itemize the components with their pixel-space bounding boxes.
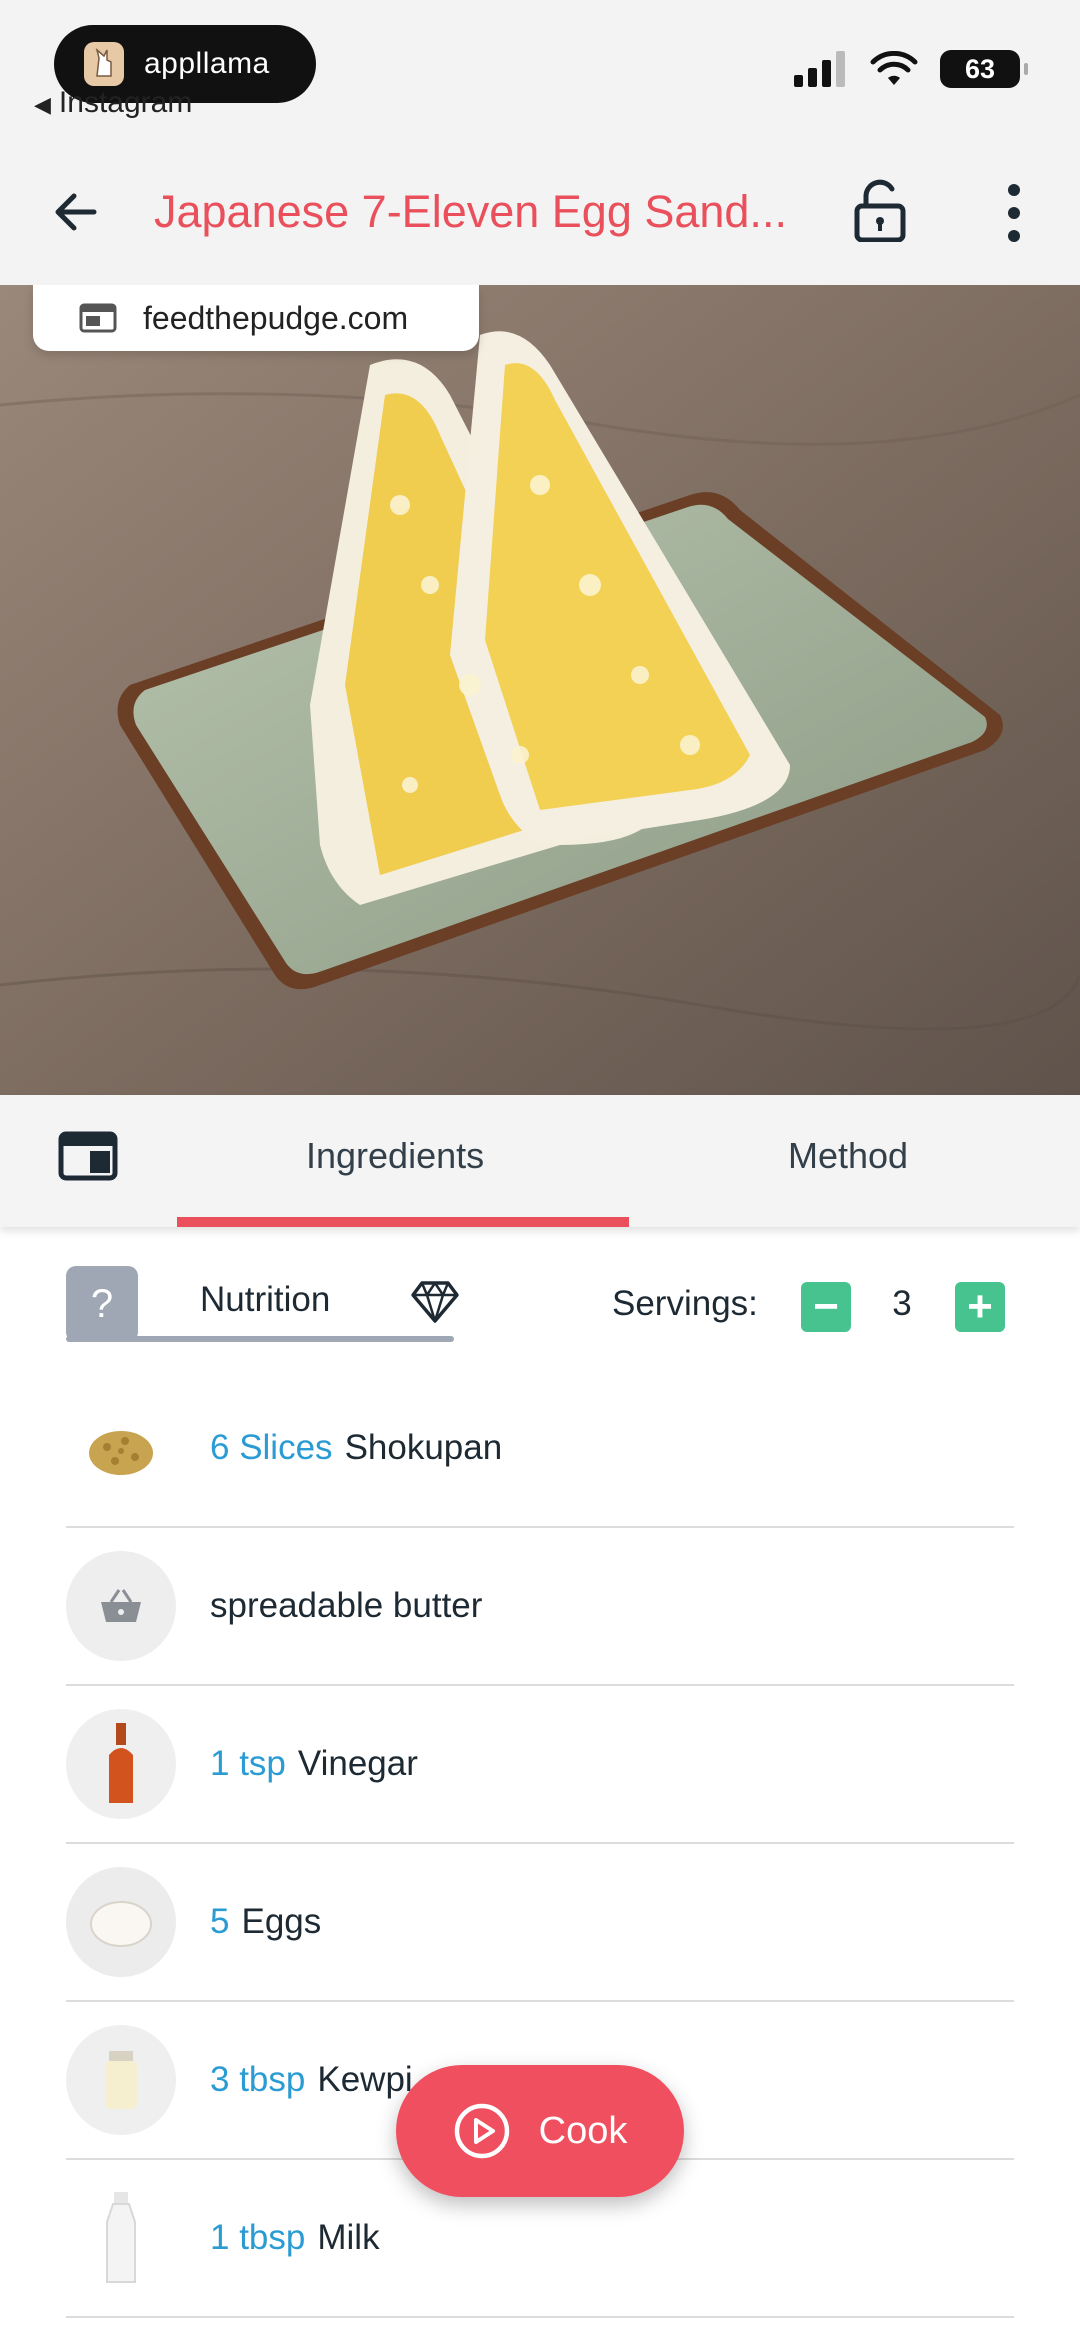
nutrition-servings-row: ? Nutrition Servings: − 3 + <box>0 1260 1080 1350</box>
milk-bottle-icon <box>66 2183 176 2293</box>
servings-label: Servings: <box>612 1284 758 1323</box>
list-item[interactable]: 5 Eggs <box>66 1844 1014 2002</box>
arrow-left-icon <box>55 193 97 231</box>
ingredient-quantity: 6 Slices <box>210 1428 333 1467</box>
lock-button[interactable] <box>852 178 908 243</box>
decrease-servings-button[interactable]: − <box>801 1282 851 1332</box>
increase-servings-button[interactable]: + <box>955 1282 1005 1332</box>
play-circle-icon <box>454 2103 509 2159</box>
ingredient-quantity: 5 <box>210 1902 230 1941</box>
tab-method[interactable]: Method <box>788 1135 908 1177</box>
cook-button[interactable]: Cook <box>396 2065 684 2197</box>
list-item[interactable]: 1 tsp Vinegar <box>66 1686 1014 1844</box>
source-chip[interactable]: feedthepudge.com <box>33 285 479 351</box>
list-item[interactable]: spreadable butter <box>66 1528 1014 1686</box>
mayo-jar-icon <box>66 2025 176 2135</box>
help-button[interactable]: ? <box>66 1266 138 1342</box>
app-header: Japanese 7-Eleven Egg Sand... <box>0 140 1080 285</box>
layout-toggle-button[interactable] <box>58 1131 118 1181</box>
source-domain: feedthepudge.com <box>143 299 409 336</box>
ingredient-name: spreadable butter <box>210 1586 483 1625</box>
page-title: Japanese 7-Eleven Egg Sand... <box>154 186 787 237</box>
bread-crumbs-icon <box>66 1393 176 1503</box>
ingredient-quantity: 3 tbsp <box>210 2060 306 2099</box>
battery-icon: 63 <box>940 50 1028 88</box>
recipe-tabs: Ingredients Method <box>0 1095 1080 1227</box>
ingredient-name: Eggs <box>241 1902 322 1941</box>
web-page-icon <box>79 303 117 333</box>
status-indicators: 63 <box>794 50 1028 88</box>
ingredient-quantity: 1 tbsp <box>210 2218 306 2257</box>
recipe-hero-image: feedthepudge.com <box>0 285 1080 1095</box>
list-item[interactable]: 6 Slices Shokupan <box>66 1370 1014 1528</box>
battery-level: 63 <box>964 53 996 84</box>
back-button[interactable] <box>44 180 108 244</box>
nutrition-underline <box>66 1336 454 1342</box>
egg-sandwich-photo <box>0 285 1080 1095</box>
basket-icon <box>66 1551 176 1661</box>
more-options-button[interactable] <box>1000 182 1028 244</box>
egg-icon <box>66 1867 176 1977</box>
appllama-badge-label: appllama <box>144 47 270 80</box>
back-app-label: Instagram <box>58 86 193 119</box>
back-to-app-link[interactable]: ◀ Instagram <box>34 86 192 120</box>
ingredient-quantity: 1 tsp <box>210 1744 286 1783</box>
ingredient-name: Milk <box>317 2218 380 2257</box>
split-view-icon <box>58 1131 118 1181</box>
kebab-menu-icon <box>1008 184 1020 242</box>
ingredient-name: Kewpi <box>317 2060 413 2099</box>
signal-icon <box>794 51 845 87</box>
servings-value: 3 <box>892 1284 912 1323</box>
ingredient-name: Shokupan <box>344 1428 503 1467</box>
cook-button-label: Cook <box>538 2109 628 2152</box>
ingredient-name: Vinegar <box>297 1744 418 1783</box>
wifi-icon <box>870 51 918 85</box>
vinegar-bottle-icon <box>66 1709 176 1819</box>
diamond-icon[interactable] <box>410 1280 460 1324</box>
unlock-icon <box>854 179 906 243</box>
status-bar: appllama ◀ Instagram 63 <box>0 0 1080 140</box>
nutrition-button[interactable]: Nutrition <box>200 1280 330 1320</box>
llama-logo-icon <box>84 42 124 86</box>
tab-ingredients[interactable]: Ingredients <box>306 1135 484 1177</box>
active-tab-indicator <box>177 1217 629 1227</box>
back-triangle-icon: ◀ <box>34 92 51 117</box>
